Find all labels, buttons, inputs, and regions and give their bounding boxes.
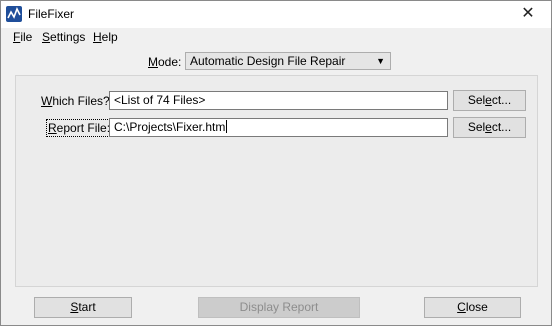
display-report-button[interactable]: Display Report	[198, 297, 360, 318]
which-files-select-key: e	[485, 93, 492, 107]
mode-dropdown[interactable]: Automatic Design File Repair ▼	[185, 52, 391, 70]
window-title: FileFixer	[28, 7, 75, 21]
menu-help-label: elp	[101, 30, 118, 44]
title-bar: FileFixer ✕	[1, 1, 551, 28]
menu-settings-label: ettings	[50, 30, 86, 44]
start-button[interactable]: Start	[34, 297, 132, 318]
start-button-label: tart	[78, 300, 96, 314]
report-file-select-button[interactable]: Select...	[453, 117, 526, 138]
report-file-label: Report File:	[45, 119, 113, 137]
report-file-path: C:\Projects\Fixer.htm	[114, 120, 226, 134]
mode-label-text: ode:	[158, 55, 182, 69]
mode-dropdown-value: Automatic Design File Repair	[190, 54, 346, 68]
report-file-label-text: eport File:	[56, 121, 111, 135]
menu-help[interactable]: Help	[93, 30, 118, 44]
close-button[interactable]: Close	[424, 297, 521, 318]
which-files-label-key: W	[41, 94, 53, 108]
which-files-select-post: ct...	[491, 93, 512, 107]
which-files-field[interactable]: <List of 74 Files>	[109, 91, 448, 110]
menu-settings-key: S	[42, 30, 51, 44]
menu-help-key: H	[93, 30, 102, 44]
menu-file[interactable]: File	[13, 30, 32, 44]
menu-bar: File Settings Help	[1, 28, 551, 46]
which-files-value: <List of 74 Files>	[114, 93, 206, 107]
which-files-label: Which Files?	[41, 94, 110, 108]
menu-file-label: ile	[20, 30, 33, 44]
report-file-select-pre: Sel	[467, 120, 486, 134]
text-caret	[226, 120, 228, 133]
close-button-key: C	[457, 300, 466, 314]
options-panel: Which Files? <List of 74 Files> Select..…	[15, 75, 538, 287]
mode-row: Mode: Automatic Design File Repair ▼	[1, 51, 551, 73]
close-window-icon[interactable]: ✕	[513, 4, 543, 24]
app-logo-icon	[6, 6, 22, 22]
close-button-label: lose	[465, 300, 488, 314]
mode-label-key: M	[148, 55, 158, 69]
menu-settings[interactable]: Settings	[42, 30, 85, 44]
report-file-field[interactable]: C:\Projects\Fixer.htm	[109, 118, 448, 137]
filefixer-window: FileFixer ✕ File Settings Help Mode: Aut…	[0, 0, 552, 326]
report-file-select-post: ct...	[491, 120, 512, 134]
which-files-label-text: hich Files?	[52, 94, 110, 108]
which-files-select-button[interactable]: Select...	[453, 90, 526, 111]
mode-label: Mode:	[148, 55, 181, 69]
report-file-label-key: R	[48, 121, 57, 135]
report-file-select-key: e	[485, 120, 492, 134]
report-file-value: C:\Projects\Fixer.htm	[114, 120, 228, 134]
which-files-select-pre: Sel	[467, 93, 486, 107]
chevron-down-icon: ▼	[376, 56, 385, 66]
